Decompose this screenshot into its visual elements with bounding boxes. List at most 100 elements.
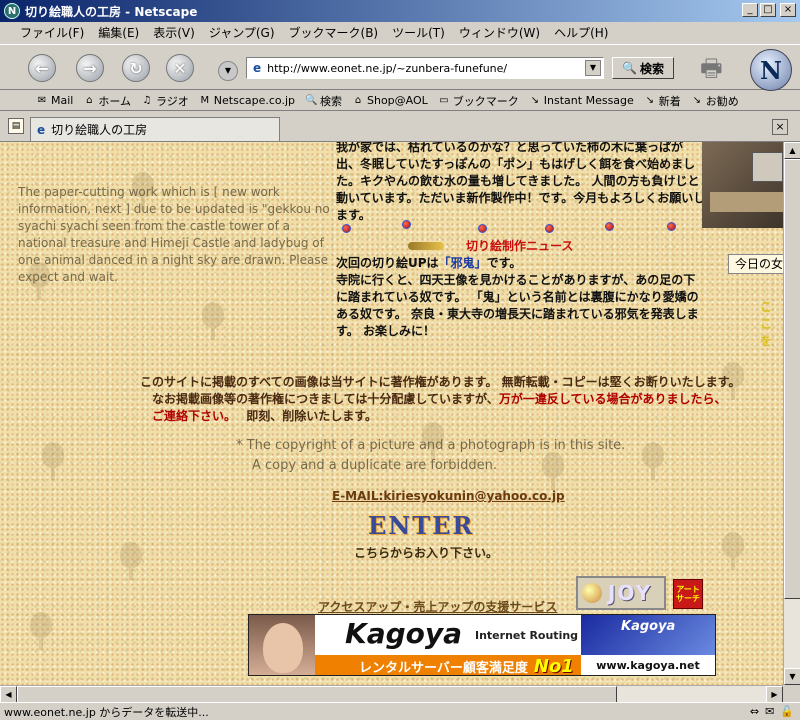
dot-ornament xyxy=(478,224,487,233)
maximize-button[interactable]: □ xyxy=(760,3,776,17)
bookmark-icon: ↘ xyxy=(692,94,701,106)
netscape-logo[interactable]: N xyxy=(750,49,792,91)
toolbar-item-search[interactable]: 🔍 検索 xyxy=(305,93,342,109)
dot-divider xyxy=(340,220,700,238)
search-button[interactable]: 🔍 検索 xyxy=(612,57,674,79)
menu-file[interactable]: ファイル(F) xyxy=(20,24,84,41)
side-link-text[interactable]: ここを xyxy=(760,298,783,349)
copyright-warning: ご連絡下さい。 xyxy=(152,409,231,423)
scroll-down-arrow-icon[interactable]: ▼ xyxy=(784,668,800,685)
toolbar-item-recommend[interactable]: ↘ お勧め xyxy=(691,93,739,109)
reload-button[interactable]: ↻ xyxy=(122,54,150,82)
headphones-icon: ♫ xyxy=(142,94,152,106)
enter-button[interactable]: ENTER xyxy=(368,511,474,540)
url-text: http://www.eonet.ne.jp/~zunbera-funefune… xyxy=(267,61,508,75)
menu-help[interactable]: ヘルプ(H) xyxy=(554,24,608,41)
menu-view[interactable]: 表示(V) xyxy=(153,24,195,41)
url-field[interactable]: e http://www.eonet.ne.jp/~zunbera-funefu… xyxy=(246,57,604,79)
print-icon[interactable]: 🖶 xyxy=(700,51,730,83)
photo-monitor xyxy=(752,152,783,182)
home-icon: ⌂ xyxy=(86,94,93,106)
toolbar-item-new[interactable]: ↘ 新着 xyxy=(644,93,681,109)
navigation-toolbar: ← → ↻ ✕ ▼ e http://www.eonet.ne.jp/~zunb… xyxy=(0,44,800,91)
scroll-right-arrow-icon[interactable]: ▶ xyxy=(766,686,783,703)
toolbar-item-label: ブックマーク xyxy=(452,94,519,108)
url-dropdown-button[interactable]: ▼ xyxy=(585,60,601,76)
netscape-n-icon: N xyxy=(4,3,20,19)
access-up-link[interactable]: アクセスアップ・売上アップの支援サービス xyxy=(318,598,557,615)
scroll-left-arrow-icon[interactable]: ◀ xyxy=(0,686,17,703)
tree-pattern-decoration xyxy=(200,302,226,340)
toolbar-item-label: 検索 xyxy=(320,94,342,108)
kagoya-banner[interactable]: Kagoya Internet Routing Kagoya レンタルサーバー顧… xyxy=(248,614,716,676)
joy-banner[interactable]: JOY xyxy=(576,576,666,610)
menu-jump[interactable]: ジャンプ(G) xyxy=(209,24,275,41)
stop-button[interactable]: ✕ xyxy=(166,54,194,82)
mail-status-icon[interactable]: ✉ xyxy=(765,705,774,718)
vertical-scroll-thumb[interactable] xyxy=(784,159,800,599)
toolbar-item-mail[interactable]: ✉ Mail xyxy=(36,94,74,107)
banner-face xyxy=(263,623,303,673)
menu-bar: ファイル(F) 編集(E) 表示(V) ジャンプ(G) ブックマーク(B) ツー… xyxy=(0,22,800,42)
bookmark-icon: ↘ xyxy=(645,94,654,106)
page-content: The paper-cutting work which is [ new wo… xyxy=(0,142,783,685)
news-next-text: 次回の切り絵UPは xyxy=(336,256,439,270)
stop-icon: ✕ xyxy=(173,58,187,78)
menu-window[interactable]: ウィンドウ(W) xyxy=(459,24,540,41)
close-tab-button[interactable]: × xyxy=(772,119,788,135)
search-icon: 🔍 xyxy=(305,94,318,106)
news-body: 次回の切り絵UPは「邪鬼」です。 寺院に行くと、四天王像を見かけることがあります… xyxy=(336,255,706,340)
email-link[interactable]: E-MAIL:kiriesyokunin@yahoo.co.jp xyxy=(332,489,565,503)
toolbar-item-shop[interactable]: ⌂ Shop@AOL xyxy=(352,94,428,107)
reload-icon: ↻ xyxy=(129,58,143,78)
window-controls: _ □ × xyxy=(742,3,796,17)
minimize-button[interactable]: _ xyxy=(742,3,758,17)
tree-pattern-decoration xyxy=(40,442,66,480)
history-dropdown-button[interactable]: ▼ xyxy=(218,61,238,81)
menu-bookmarks[interactable]: ブックマーク(B) xyxy=(289,24,379,41)
tab-active[interactable]: e 切り絵職人の工房 xyxy=(30,117,280,141)
close-button[interactable]: × xyxy=(780,3,796,17)
horizontal-scroll-thumb[interactable] xyxy=(17,686,617,703)
search-button-label: 検索 xyxy=(639,61,664,76)
scroll-up-arrow-icon[interactable]: ▲ xyxy=(784,142,800,159)
menu-tools[interactable]: ツール(T) xyxy=(392,24,445,41)
tab-bar: ▤ e 切り絵職人の工房 × xyxy=(0,112,800,142)
joy-banner-text: JOY xyxy=(608,581,653,605)
art-search-banner[interactable]: アート サーチ xyxy=(673,579,703,609)
forward-button[interactable]: → xyxy=(76,54,104,82)
tree-pattern-decoration xyxy=(720,532,746,570)
news-next-title: 「邪鬼」 xyxy=(438,256,487,270)
toolbar-item-home[interactable]: ⌂ ホーム xyxy=(83,93,131,109)
horizontal-scrollbar[interactable]: ◀ ▶ xyxy=(0,685,783,703)
status-text: www.eonet.ne.jp からデータを転送中... xyxy=(4,705,209,719)
banner-title: Kagoya xyxy=(345,617,463,650)
copyright-warning: 万が一違反している場合がありましたら、 xyxy=(498,392,727,406)
tree-pattern-decoration xyxy=(118,542,144,580)
news-intro-text: 我が家では、枯れているのかな？と思っていた柿の木に葉っぱが出、冬眠していたすっぽ… xyxy=(336,142,706,222)
toolbar-item-im[interactable]: ↘ Instant Message xyxy=(529,94,634,107)
news-next-suffix: です。 xyxy=(486,256,522,270)
banner-main: Kagoya Internet Routing xyxy=(315,615,581,655)
copyright-notice-jp: このサイトに掲載のすべての画像は当サイトに著作権があります。 無断転載・コピーは… xyxy=(140,374,783,425)
scroll-corner xyxy=(783,685,800,702)
copyright-text: 即刻、削除いたします。 xyxy=(230,409,377,423)
lock-icon[interactable]: 🔓 xyxy=(780,705,794,718)
news-description: 寺院に行くと、四天王像を見かけることがありますが、あの足の下に踏まれている奴です… xyxy=(336,273,699,338)
tree-pattern-decoration xyxy=(640,442,666,480)
status-icons: ⇔ ✉ 🔓 xyxy=(750,705,794,718)
banner-side-logo: Kagoya xyxy=(581,615,715,655)
copyright-text: なお掲載画像等の著作権につきましては十分配慮していますが、 xyxy=(152,392,499,406)
connection-icon: ⇔ xyxy=(749,705,760,718)
today-box[interactable]: 今日の女 xyxy=(728,254,783,274)
folder-icon: ▭ xyxy=(439,94,449,106)
vertical-scrollbar[interactable]: ▲ ▼ xyxy=(783,142,800,685)
status-bar: www.eonet.ne.jp からデータを転送中... ⇔ ✉ 🔓 xyxy=(0,702,800,720)
back-button[interactable]: ← xyxy=(28,54,56,82)
toolbar-item-radio[interactable]: ♫ ラジオ xyxy=(141,93,189,109)
bookmark-icon: ↘ xyxy=(530,94,539,106)
sidebar-toggle-icon[interactable]: ▤ xyxy=(8,118,24,134)
toolbar-item-netscape[interactable]: M Netscape.co.jp xyxy=(199,94,295,107)
menu-edit[interactable]: 編集(E) xyxy=(98,24,139,41)
toolbar-item-bookmarks[interactable]: ▭ ブックマーク xyxy=(438,93,519,109)
